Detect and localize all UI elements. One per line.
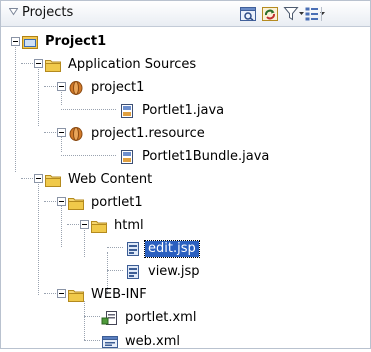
tree-item-label: portlet1 [91,195,143,210]
tree-item-portlet1-java[interactable]: Portlet1.java [118,101,227,121]
folder-icon [68,290,84,302]
java-file-icon [121,150,133,164]
tree-item-web-content[interactable]: Web Content [44,170,155,190]
package-icon [69,81,83,95]
projects-panel: Projects Project1 Application Sources pr… [0,0,371,349]
tree-item-label: portlet.xml [125,310,197,325]
jsp-file-icon [127,265,139,279]
filter-icon[interactable] [283,5,305,23]
tree-connector [44,132,56,133]
tree-item-label: web.xml [125,334,180,349]
tree-connector [84,301,85,340]
tree-item-label: project1.resource [91,126,205,141]
tree-item-label: Web Content [68,172,153,187]
collapse-triangle-icon[interactable] [9,8,18,16]
tree-item-portlet1bundle-java[interactable]: Portlet1Bundle.java [118,147,272,167]
collapse-toggle[interactable] [80,220,89,229]
collapse-toggle[interactable] [34,174,43,183]
tree-item-html-folder[interactable]: html [90,216,147,236]
project-icon [22,36,38,49]
collapse-toggle[interactable] [57,82,66,91]
tree-connector [61,135,62,152]
tree-item-web-xml[interactable]: web.xml [101,332,183,352]
working-sets-icon[interactable] [304,5,326,23]
tree-item-portlet-xml[interactable]: portlet.xml [101,308,199,328]
tree-connector [84,340,100,341]
collapse-toggle[interactable] [57,289,66,298]
tree-item-label: project1 [91,80,145,95]
sync-icon[interactable] [261,5,279,23]
tree-connector [21,178,33,179]
collapse-toggle[interactable] [57,197,66,206]
folder-icon [45,175,61,187]
tree-connector [44,201,56,202]
tree-connector [61,204,62,247]
tree-connector [44,86,56,87]
tree-item-portlet1-folder[interactable]: portlet1 [67,193,146,213]
tree-item-label: Portlet1Bundle.java [142,149,270,164]
collapse-toggle[interactable] [11,37,20,46]
java-file-icon [121,104,133,118]
jsp-file-icon [127,242,139,256]
tree-connector [107,270,123,271]
tree-item-package-project1-resource[interactable]: project1.resource [67,124,208,144]
tree-connector [61,109,116,110]
tree-item-label: view.jsp [148,264,200,279]
tree-connector [84,316,100,317]
collapse-toggle[interactable] [57,128,66,137]
tree-item-application-sources[interactable]: Application Sources [44,55,199,75]
tree-connector [107,247,123,248]
tree-connector [44,293,56,294]
tree-item-label: Project1 [45,34,107,49]
tree-item-label: edit.jsp [144,240,200,258]
tree-connector [67,224,79,225]
tree-connector [38,66,39,126]
tree-connector [84,227,85,257]
folder-icon [68,198,84,210]
tree-connector [61,155,116,156]
folder-icon [45,60,61,72]
tree-item-label: html [114,218,144,233]
toolbar-separator [321,7,322,21]
panel-title: Projects [22,5,74,20]
panel-header: Projects [1,1,370,27]
tree-connector [15,41,16,172]
tree-item-package-project1[interactable]: project1 [67,78,147,98]
project-view-icon[interactable] [239,5,257,23]
tree-item-edit-jsp[interactable]: edit.jsp [124,239,200,259]
collapse-toggle[interactable] [34,59,43,68]
tree-item-label: Application Sources [68,57,197,72]
portlet-xml-icon [101,311,117,325]
tree-item-view-jsp[interactable]: view.jsp [124,262,203,282]
tree-item-label: WEB-INF [91,287,147,302]
tree-connector [21,63,33,64]
tree-item-label: Portlet1.java [142,103,225,118]
xml-file-icon [102,336,118,348]
folder-icon [91,221,107,233]
package-icon [69,127,83,141]
tree-item-web-inf[interactable]: WEB-INF [67,285,150,305]
tree-item-project1[interactable]: Project1 [21,32,109,52]
tree-connector [38,182,39,295]
